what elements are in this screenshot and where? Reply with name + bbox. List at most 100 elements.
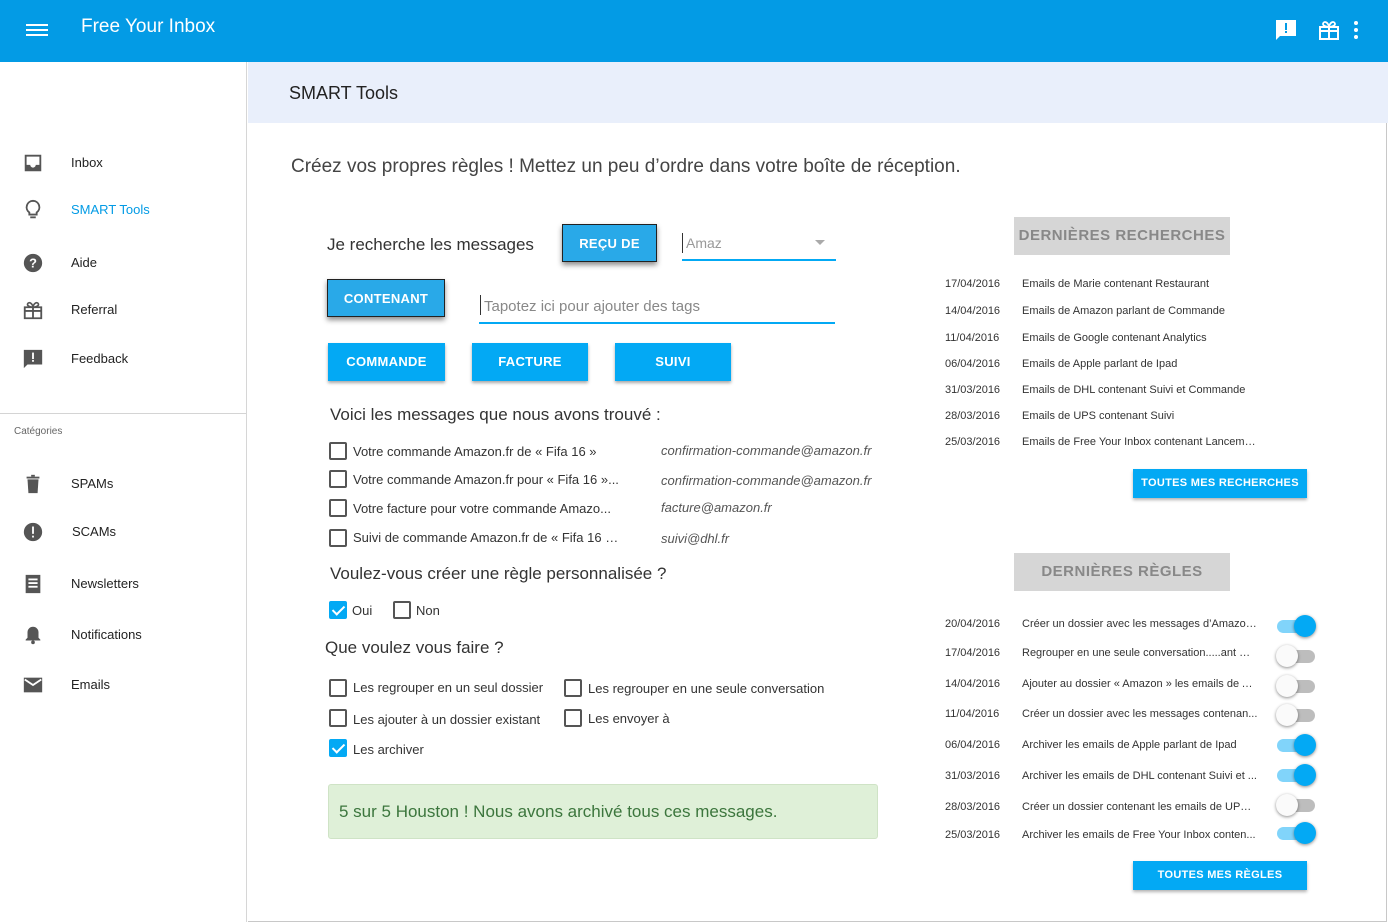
search-row[interactable]: 25/03/2016 Emails de Free Your Inbox cont… [945,436,1325,456]
rule-toggle[interactable] [1276,704,1316,726]
gift-icon[interactable] [1317,18,1341,42]
rule-date: 31/03/2016 [945,770,1001,782]
recent-rules-heading: DERNIÈRES RÈGLES [1014,553,1230,591]
tag-input[interactable] [479,290,835,324]
search-text: Emails de Apple parlant de Ipad [1022,358,1178,370]
recu-de-button[interactable]: REÇU DE [562,224,657,262]
search-text: Emails de Marie contenant Restaurant [1022,278,1210,290]
action-add-folder-checkbox[interactable] [329,709,347,727]
search-date: 25/03/2016 [945,436,1001,448]
rule-text: Créer un dossier avec les messages d’Ama… [1022,618,1258,630]
sidebar-item-inbox[interactable]: Inbox [0,144,246,184]
rule-toggle[interactable] [1276,675,1316,697]
rule-row: 25/03/2016 Archiver les emails de Free Y… [945,829,1325,849]
sender-select-value: Amaz [686,235,722,251]
rule-question: Voulez-vous créer une règle personnalisé… [330,564,667,583]
rule-text: Archiver les emails de Free Your Inbox c… [1022,829,1256,841]
newsletter-icon [25,574,41,594]
svg-text:?: ? [29,256,37,271]
sidebar-item-smart-tools[interactable]: SMART Tools [0,191,246,231]
action-label: Les archiver [353,742,424,757]
search-text: Emails de Google contenant Analytics [1022,332,1207,344]
tag-suivi-button[interactable]: SUIVI [615,343,731,381]
tag-commande-button[interactable]: COMMANDE [328,343,445,381]
search-row[interactable]: 17/04/2016 Emails de Marie contenant Rest… [945,278,1325,298]
action-send-to-checkbox[interactable] [564,709,582,727]
rule-toggle[interactable] [1276,645,1316,667]
no-checkbox[interactable] [393,601,411,619]
page-header: SMART Tools [248,62,1388,123]
message-checkbox[interactable] [329,499,347,517]
rule-toggle[interactable] [1276,794,1316,816]
sidebar-item-emails[interactable]: Emails [0,666,246,706]
mail-icon [23,677,43,693]
action-regroup-conversation-checkbox[interactable] [564,679,582,697]
rule-toggle[interactable] [1276,764,1316,786]
message-subject: Suivi de commande Amazon.fr de « Fifa 16… [353,530,623,545]
contenant-button[interactable]: CONTENANT [327,279,445,317]
message-checkbox[interactable] [329,529,347,547]
sidebar-item-scams[interactable]: SCAMs [0,513,246,553]
sidebar-item-aide[interactable]: ? Aide [0,244,246,284]
feedback-icon[interactable] [1274,18,1298,42]
sidebar-item-label: SMART Tools [71,202,150,217]
sidebar-item-label: Emails [71,677,111,692]
rule-text: Créer un dossier contenant les emails de… [1022,801,1258,813]
rule-toggle[interactable] [1276,734,1316,756]
sender-select[interactable]: Amaz [682,229,836,261]
tag-facture-button[interactable]: FACTURE [472,343,588,381]
rule-text: Archiver les emails de Apple parlant de … [1022,739,1237,751]
rule-date: 06/04/2016 [945,739,1001,751]
rule-text: Regrouper en une seule conversation.....… [1022,647,1258,659]
sidebar: Inbox SMART Tools ? Aide Referral Feedba… [0,62,247,922]
gift-icon [23,301,43,320]
rule-row: 17/04/2016 Regrouper en une seule conver… [945,647,1325,667]
all-searches-button[interactable]: TOUTES MES RECHERCHES [1133,469,1307,498]
success-message: 5 sur 5 Houston ! Nous avons archivé tou… [339,802,778,821]
action-archive-checkbox[interactable] [329,739,347,757]
search-date: 28/03/2016 [945,410,1001,422]
sidebar-item-newsletters[interactable]: Newsletters [0,565,246,605]
intro-text: Créez vos propres règles ! Mettez un peu… [291,156,961,177]
sidebar-item-feedback[interactable]: Feedback [0,340,246,380]
sidebar-item-notifications[interactable]: Notifications [0,616,246,656]
rule-row: 20/04/2016 Créer un dossier avec les mess… [945,618,1325,638]
rule-toggle[interactable] [1276,822,1316,844]
action-regroup-folder-checkbox[interactable] [329,679,347,697]
yes-checkbox[interactable] [329,601,347,619]
bell-icon [25,626,41,645]
search-date: 14/04/2016 [945,305,1001,317]
search-row[interactable]: 06/04/2016 Emails de Apple parlant de Ipa… [945,358,1325,378]
message-sender: facture@amazon.fr [661,500,772,515]
message-sender: suivi@dhl.fr [661,531,730,546]
rule-row: 06/04/2016 Archiver les emails de Apple … [945,739,1325,759]
action-label: Les envoyer à [588,711,670,726]
found-heading: Voici les messages que nous avons trouvé… [330,405,661,424]
search-row[interactable]: 11/04/2016 Emails de Google contenant Ana… [945,332,1325,352]
alert-icon [23,522,43,542]
sidebar-item-referral[interactable]: Referral [0,291,246,331]
search-date: 17/04/2016 [945,278,1001,290]
message-checkbox[interactable] [329,442,347,460]
search-row[interactable]: 28/03/2016 Emails de UPS contenant Suivi [945,410,1325,430]
rule-date: 20/04/2016 [945,618,1001,630]
sidebar-item-label: Newsletters [71,576,139,591]
feedback-icon [23,349,43,369]
action-label: Les regrouper en un seul dossier [353,680,544,695]
search-date: 11/04/2016 [945,332,1000,344]
message-checkbox[interactable] [329,470,347,488]
all-rules-button[interactable]: TOUTES MES RÈGLES [1133,861,1307,890]
action-question: Que voulez vous faire ? [325,638,504,657]
search-text: Emails de UPS contenant Suivi [1022,410,1175,422]
rule-toggle[interactable] [1276,615,1316,637]
trash-icon [26,474,40,494]
sidebar-item-spams[interactable]: SPAMs [0,465,246,505]
more-vert-icon[interactable] [1344,18,1368,42]
page-title: SMART Tools [289,83,399,103]
search-date: 31/03/2016 [945,384,1001,396]
rule-date: 11/04/2016 [945,708,1000,720]
rule-row: 28/03/2016 Créer un dossier contenant les… [945,801,1325,821]
search-row[interactable]: 14/04/2016 Emails de Amazon parlant de Co… [945,305,1325,325]
menu-icon[interactable] [26,21,50,39]
search-row[interactable]: 31/03/2016 Emails de DHL contenant Suivi … [945,384,1325,404]
